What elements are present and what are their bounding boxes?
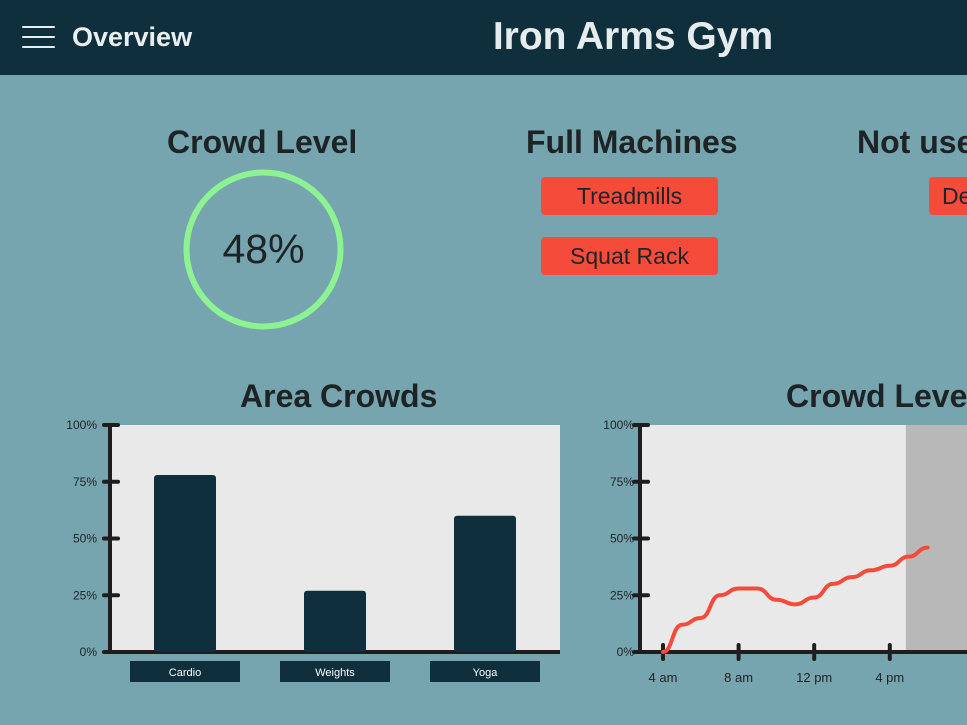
y-tick-label: 0% bbox=[617, 645, 635, 659]
nav-overview-link[interactable]: Overview bbox=[72, 20, 192, 54]
crowd-level-chart-title: Crowd Level bbox=[786, 378, 967, 414]
area-crowds-chart: 0% 25% 50% 75% 100% Cardio Weights Yoga bbox=[66, 418, 560, 682]
y-tick-label: 100% bbox=[603, 418, 634, 432]
x-tick-label: 4 pm bbox=[875, 670, 904, 685]
not-used-heading: Not use bbox=[857, 124, 967, 160]
area-crowds-title: Area Crowds bbox=[240, 378, 438, 414]
category-label: Weights bbox=[315, 667, 355, 679]
not-used-chip[interactable]: De bbox=[929, 177, 967, 215]
future-shade bbox=[905, 425, 967, 652]
y-tick-label: 25% bbox=[73, 588, 97, 602]
app-title: Iron Arms Gym bbox=[492, 15, 774, 58]
crowd-level-chart: 0% 25% 50% 75% 100% 4 am 8 am 12 pm 4 pm bbox=[603, 418, 967, 685]
crowd-level-heading: Crowd Level bbox=[167, 124, 358, 160]
full-machines-heading: Full Machines bbox=[526, 124, 738, 160]
bar-yoga bbox=[454, 515, 516, 652]
x-tick-label: 12 pm bbox=[796, 670, 832, 685]
full-machine-chip-squat-rack[interactable]: Squat Rack bbox=[541, 237, 718, 275]
y-tick-label: 25% bbox=[610, 588, 634, 602]
y-tick-label: 75% bbox=[610, 475, 634, 489]
hamburger-menu-icon[interactable] bbox=[22, 25, 56, 49]
y-tick-label: 50% bbox=[610, 532, 634, 546]
top-bar: Overview Iron Arms Gym bbox=[0, 0, 967, 75]
y-tick-label: 50% bbox=[73, 532, 97, 546]
bar-weights bbox=[304, 590, 366, 652]
bar-cardio bbox=[154, 474, 216, 652]
full-machine-chip-treadmills[interactable]: Treadmills bbox=[541, 177, 718, 215]
y-tick-label: 100% bbox=[66, 418, 97, 432]
category-label: Yoga bbox=[473, 667, 499, 679]
crowd-level-percent: 48% bbox=[222, 226, 305, 272]
y-tick-label: 75% bbox=[73, 475, 97, 489]
y-tick-label: 0% bbox=[80, 645, 98, 659]
x-tick-label: 4 am bbox=[649, 670, 678, 685]
category-label: Cardio bbox=[169, 667, 201, 679]
x-tick-label: 8 am bbox=[724, 670, 753, 685]
